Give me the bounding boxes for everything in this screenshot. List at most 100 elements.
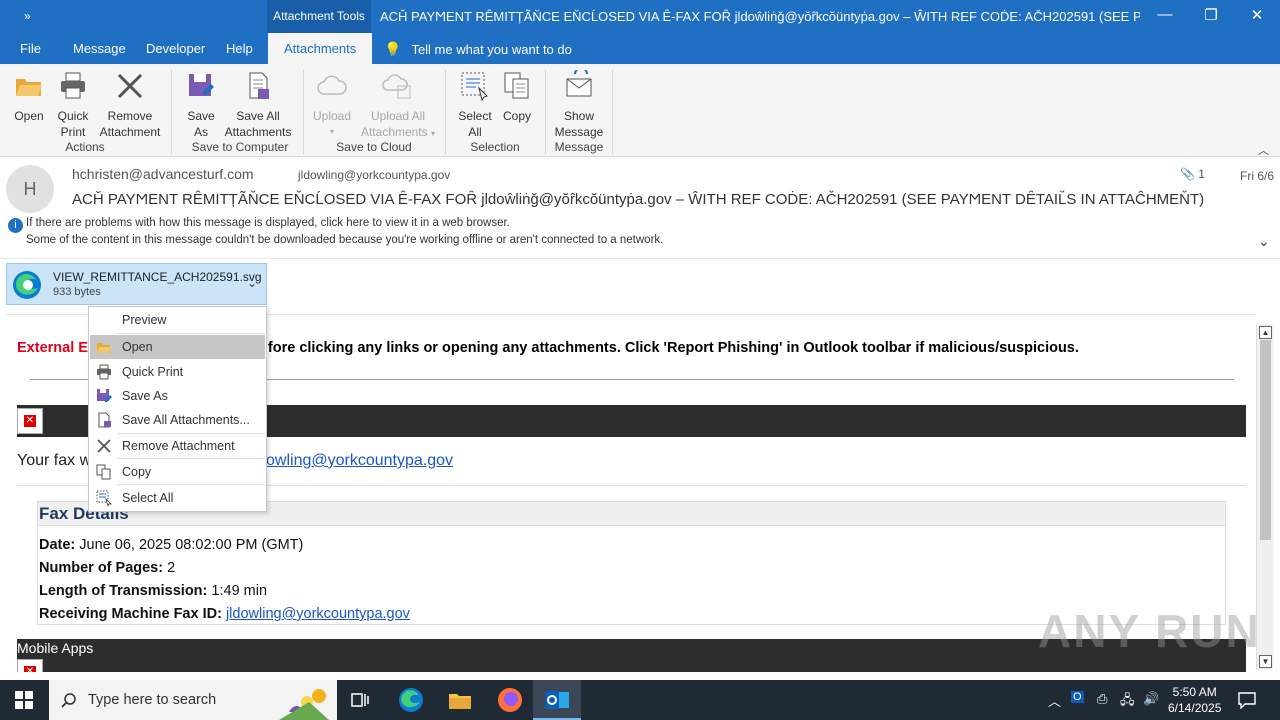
printer-icon	[61, 72, 85, 99]
menu-item-copy[interactable]: Copy	[90, 460, 265, 484]
search-placeholder: Type here to search	[88, 692, 217, 708]
save-all-label-1: Save All	[236, 109, 280, 123]
edge-browser-icon	[13, 271, 41, 299]
volume-icon[interactable]: 🔊	[1143, 691, 1159, 707]
menu-item-label: Quick Print	[122, 365, 184, 379]
copy-icon	[504, 72, 529, 99]
menu-item-remove[interactable]: Remove Attachment	[90, 434, 265, 458]
group-selection-label: Selection	[470, 140, 520, 154]
minimize-button[interactable]: —	[1150, 6, 1180, 23]
title-bar: » Attachment Tools ACȞ PAYϺENT RȆMITȚÃN̆…	[0, 0, 1280, 33]
menu-item-open[interactable]: Open	[90, 335, 265, 359]
broken-image-icon: ✕	[17, 408, 43, 434]
menu-item-label: Preview	[122, 313, 167, 327]
tab-file[interactable]: File	[20, 41, 41, 56]
folder-open-icon	[16, 79, 42, 96]
menu-separator	[117, 458, 265, 459]
attachment-chip[interactable]: VIEW_REMITTANCE_ACH202591.svg 933 bytes …	[6, 263, 267, 305]
menu-item-select-all[interactable]: Select All	[90, 486, 265, 510]
clock-date: 6/14/2025	[1168, 701, 1222, 715]
menu-item-save-all[interactable]: Save All Attachments...	[90, 408, 265, 432]
save-as-button[interactable]: Save As	[184, 70, 218, 140]
tab-help[interactable]: Help	[226, 41, 253, 56]
save-icon	[189, 74, 214, 96]
save-all-icon	[98, 412, 111, 428]
remove-label-1: Remove	[107, 109, 153, 123]
window-title: ACȞ PAYϺENT RȆMITȚÃN̆CE EN̆CĹOSED VIA Ȇ-…	[380, 9, 1140, 24]
tell-me-search[interactable]: 💡 Tell me what you want to do	[384, 41, 572, 58]
remove-x-icon	[97, 439, 111, 453]
close-button[interactable]: ✕	[1242, 6, 1272, 24]
select-all-label-2: All	[468, 125, 482, 139]
tab-developer[interactable]: Developer	[146, 41, 205, 56]
show-message-button[interactable]: Show Message	[554, 67, 604, 140]
show-message-label-2: Message	[554, 125, 604, 139]
menu-item-preview[interactable]: Preview	[90, 308, 265, 332]
scroll-up-arrow-icon[interactable]: ▲	[1259, 326, 1272, 339]
recipient-address[interactable]: jldowling@yorkcountypa.gov	[298, 168, 450, 182]
quick-access-toolbar-chevron[interactable]: »	[24, 9, 31, 23]
message-date: Fri 6/6	[1240, 169, 1275, 183]
outlook-taskbar-button[interactable]	[533, 680, 581, 720]
select-all-button[interactable]: Select All	[456, 70, 494, 140]
expand-header-chevron-icon[interactable]: ⌄	[1258, 233, 1270, 250]
quick-print-label-2: Print	[60, 125, 86, 139]
copy-icon	[96, 464, 111, 480]
tab-message[interactable]: Message	[73, 41, 126, 56]
group-actions-label: Actions	[65, 140, 105, 154]
tab-attachments[interactable]: Attachments	[268, 33, 373, 64]
info-bar[interactable]: i If there are problems with how this mes…	[8, 216, 663, 247]
fax-length-label: Length of Transmission:	[39, 583, 208, 599]
info-line-1: If there are problems with how this mess…	[26, 217, 510, 229]
menu-item-save-as[interactable]: Save As	[90, 384, 265, 408]
save-all-attachments-button[interactable]: Save All Attachments	[222, 70, 294, 140]
restore-button[interactable]: ❐	[1196, 6, 1226, 24]
anyrun-watermark: ANY RUN	[1038, 605, 1261, 657]
menu-item-label: Remove Attachment	[122, 439, 235, 453]
scroll-thumb[interactable]	[1260, 340, 1271, 540]
network-icon[interactable]: 🖧	[1120, 691, 1135, 713]
upload-all-button[interactable]: Upload All Attachments ▾	[358, 70, 438, 142]
menu-item-label: Open	[122, 340, 153, 354]
collapse-ribbon-icon[interactable]: ︿	[1258, 142, 1269, 158]
menu-item-quick-print[interactable]: Quick Print	[90, 360, 265, 384]
save-as-label-2: As	[193, 125, 208, 139]
fax-machine-label: Receiving Machine Fax ID:	[39, 606, 222, 622]
open-label: Open	[14, 109, 44, 123]
menu-separator	[117, 484, 265, 485]
upload-button[interactable]: Upload ▾	[310, 70, 354, 140]
fax-date-row: Date: June 06, 2025 08:02:00 PM (GMT)	[39, 537, 303, 553]
fax-machine-link[interactable]: jldowling@yorkcountypa.gov	[226, 606, 410, 622]
attachment-dropdown-chevron-icon[interactable]: ⌄	[247, 276, 257, 290]
save-all-label-2: Attachments	[224, 125, 292, 139]
info-icon: i	[8, 218, 23, 233]
ribbon-separator	[545, 70, 546, 154]
upload-all-label-2-text: Attachments	[360, 125, 428, 139]
external-warning-label: External E	[17, 340, 88, 356]
scroll-down-arrow-icon[interactable]: ▼	[1259, 655, 1272, 668]
quick-print-button[interactable]: Quick Print	[54, 70, 92, 140]
task-view-icon[interactable]	[346, 686, 374, 714]
windows-start-icon[interactable]	[15, 691, 33, 709]
cloud-upload-all-icon	[382, 74, 411, 99]
firefox-icon[interactable]	[496, 686, 524, 714]
open-button[interactable]: Open	[10, 70, 48, 124]
notification-center-icon[interactable]	[1238, 691, 1256, 709]
edge-taskbar-icon[interactable]	[397, 686, 425, 714]
taskbar-search[interactable]: Type here to search	[49, 680, 337, 720]
copy-button[interactable]: Copy	[500, 70, 534, 124]
tray-outlook-icon[interactable]: O	[1071, 691, 1084, 703]
sender-address[interactable]: hchristen@advancesturf.com	[72, 166, 254, 182]
remove-attachment-button[interactable]: Remove Attachment	[96, 70, 164, 140]
upload-all-dropdown-arrow: ▾	[431, 129, 436, 138]
taskbar-clock[interactable]: 5:50 AM 6/14/2025	[1168, 684, 1221, 716]
file-explorer-icon[interactable]	[446, 686, 474, 714]
avatar[interactable]: H	[6, 165, 54, 213]
quick-print-label-1: Quick	[57, 109, 89, 123]
info-line-2: Some of the content in this message coul…	[26, 234, 664, 246]
ribbon-separator	[171, 70, 172, 154]
tray-device-icon[interactable]: ⎙	[1097, 691, 1107, 707]
tray-overflow-chevron-icon[interactable]: ︿	[1048, 691, 1061, 710]
attachment-context-menu: Preview Open Quick Print Save As Save Al…	[88, 306, 267, 512]
fax-intro-link[interactable]: dowling@yorkcountypa.gov	[257, 452, 453, 469]
